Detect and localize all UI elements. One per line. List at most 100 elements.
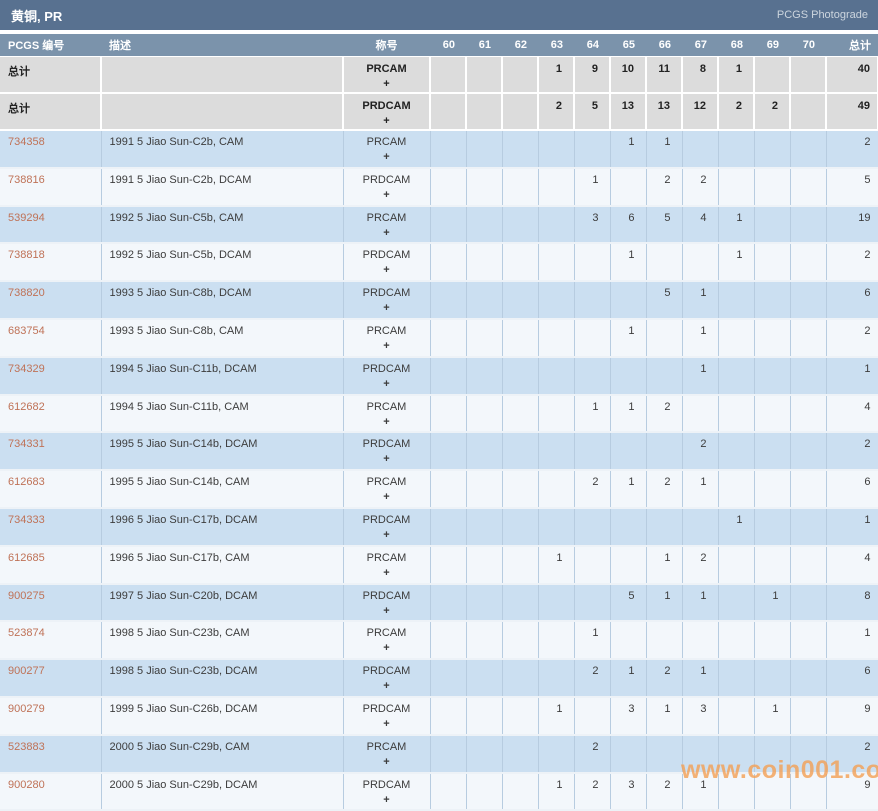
grade-cell-68 bbox=[718, 621, 755, 661]
pcgs-number-cell: 612685 bbox=[0, 545, 102, 585]
grade-cell-68 bbox=[718, 659, 755, 698]
grade-cell-60 bbox=[430, 394, 467, 434]
pcgs-number-link[interactable]: 523874 bbox=[8, 627, 45, 639]
grade-cell-63 bbox=[538, 507, 575, 547]
grade-cell-61 bbox=[466, 93, 503, 131]
pcgs-number-cell: 612682 bbox=[0, 394, 102, 434]
grade-cell-67: 1 bbox=[682, 356, 719, 396]
grade-cell-69 bbox=[754, 243, 791, 283]
designation-name: PRDCAM bbox=[362, 702, 411, 715]
total-cell: 1 bbox=[826, 621, 878, 661]
designation-cell: PRDCAM + bbox=[343, 243, 431, 283]
coin-description: 1997 5 Jiao Sun-C20b, DCAM bbox=[101, 583, 344, 623]
pcgs-number-link[interactable]: 900275 bbox=[8, 590, 45, 602]
designation-name: PRDCAM bbox=[362, 287, 411, 300]
pcgs-number-link[interactable]: 683754 bbox=[8, 325, 45, 337]
total-cell: 2 bbox=[826, 130, 878, 169]
designation-cell: PRCAM + bbox=[343, 318, 431, 358]
grade-cell-70 bbox=[790, 583, 827, 623]
designation-plus: + bbox=[383, 302, 390, 315]
grade-cell-66 bbox=[646, 507, 683, 547]
total-cell: 1 bbox=[826, 507, 878, 547]
designation-name: PRCAM bbox=[366, 324, 407, 337]
pcgs-number-link[interactable]: 900280 bbox=[8, 779, 45, 791]
designation-cell: PRDCAM + bbox=[343, 281, 431, 320]
column-header-grade-63: 63 bbox=[538, 34, 574, 57]
column-header-pcgs-number: PCGS 编号 bbox=[0, 34, 101, 57]
grade-cell-61 bbox=[466, 130, 503, 169]
total-cell: 49 bbox=[826, 93, 878, 131]
summary-description-cell bbox=[101, 56, 344, 94]
grade-cell-66 bbox=[646, 356, 683, 396]
table-row: 900275 1997 5 Jiao Sun-C20b, DCAM PRDCAM… bbox=[0, 583, 878, 623]
photograde-link[interactable]: PCGS Photograde bbox=[777, 9, 868, 21]
grade-cell-67: 2 bbox=[682, 167, 719, 207]
grade-cell-62 bbox=[502, 281, 539, 320]
pcgs-number-link[interactable]: 738818 bbox=[8, 249, 45, 261]
table-row: 734331 1995 5 Jiao Sun-C14b, DCAM PRDCAM… bbox=[0, 432, 878, 472]
grade-cell-62 bbox=[502, 470, 539, 509]
pcgs-number-link[interactable]: 900277 bbox=[8, 665, 45, 677]
pcgs-number-cell: 612683 bbox=[0, 470, 102, 509]
pcgs-number-link[interactable]: 900279 bbox=[8, 703, 45, 715]
designation-cell: PRDCAM + bbox=[343, 772, 431, 811]
column-header-grade-62: 62 bbox=[502, 34, 538, 57]
grade-cell-65 bbox=[610, 734, 647, 774]
table-row: 900277 1998 5 Jiao Sun-C23b, DCAM PRDCAM… bbox=[0, 659, 878, 698]
grade-cell-70 bbox=[790, 507, 827, 547]
grade-cell-70 bbox=[790, 318, 827, 358]
designation-cell: PRCAM + bbox=[343, 470, 431, 509]
grade-cell-61 bbox=[466, 394, 503, 434]
coin-description: 1996 5 Jiao Sun-C17b, DCAM bbox=[101, 507, 344, 547]
pcgs-number-link[interactable]: 734331 bbox=[8, 438, 45, 450]
total-cell: 9 bbox=[826, 772, 878, 811]
pcgs-number-link[interactable]: 612685 bbox=[8, 552, 45, 564]
table-row: 738818 1992 5 Jiao Sun-C5b, DCAM PRDCAM … bbox=[0, 243, 878, 283]
grade-cell-68 bbox=[718, 545, 755, 585]
pcgs-number-link[interactable]: 612682 bbox=[8, 401, 45, 413]
pcgs-number-link[interactable]: 612683 bbox=[8, 476, 45, 488]
grade-cell-70 bbox=[790, 205, 827, 245]
pcgs-number-link[interactable]: 539294 bbox=[8, 212, 45, 224]
grade-cell-61 bbox=[466, 696, 503, 736]
pcgs-number-link[interactable]: 734358 bbox=[8, 136, 45, 148]
grade-cell-61 bbox=[466, 356, 503, 396]
column-header-grade-68: 68 bbox=[718, 34, 754, 57]
designation-plus: + bbox=[383, 377, 390, 390]
grade-cell-66 bbox=[646, 243, 683, 283]
designation-plus: + bbox=[383, 642, 390, 655]
pcgs-number-link[interactable]: 734333 bbox=[8, 514, 45, 526]
summary-section: 总计 PRCAM + 1 9 10 11 8 1 40 总计 PRDCAM + 2 5 13 13… bbox=[0, 56, 878, 131]
grade-cell-60 bbox=[430, 734, 467, 774]
population-table: PCGS 编号 描述 称号 60 61 62 63 64 65 66 67 68… bbox=[0, 34, 878, 811]
table-row: 612685 1996 5 Jiao Sun-C17b, CAM PRCAM +… bbox=[0, 545, 878, 585]
pcgs-number-link[interactable]: 738816 bbox=[8, 174, 45, 186]
grade-cell-66 bbox=[646, 621, 683, 661]
grade-cell-61 bbox=[466, 659, 503, 698]
grade-cell-67 bbox=[682, 130, 719, 169]
grade-cell-67 bbox=[682, 243, 719, 283]
column-header-grade-60: 60 bbox=[430, 34, 466, 57]
pcgs-number-link[interactable]: 734329 bbox=[8, 363, 45, 375]
designation-name: PRDCAM bbox=[362, 100, 411, 112]
designation-name: PRDCAM bbox=[362, 513, 411, 526]
coin-description: 1998 5 Jiao Sun-C23b, CAM bbox=[101, 621, 344, 661]
grade-cell-67: 12 bbox=[682, 93, 719, 131]
table-row: 734358 1991 5 Jiao Sun-C2b, CAM PRCAM + … bbox=[0, 130, 878, 169]
grade-cell-69 bbox=[754, 56, 791, 94]
pcgs-number-link[interactable]: 738820 bbox=[8, 287, 45, 299]
designation-plus: + bbox=[383, 755, 390, 768]
grade-cell-62 bbox=[502, 545, 539, 585]
column-header-grade-65: 65 bbox=[610, 34, 646, 57]
grade-cell-63 bbox=[538, 659, 575, 698]
coin-description: 2000 5 Jiao Sun-C29b, DCAM bbox=[101, 772, 344, 811]
total-cell: 4 bbox=[826, 545, 878, 585]
grade-cell-65: 1 bbox=[610, 318, 647, 358]
grade-cell-66: 13 bbox=[646, 93, 683, 131]
designation-plus: + bbox=[383, 115, 390, 127]
grade-cell-66: 1 bbox=[646, 545, 683, 585]
total-cell: 9 bbox=[826, 696, 878, 736]
grade-cell-66: 2 bbox=[646, 772, 683, 811]
pcgs-number-link[interactable]: 523883 bbox=[8, 741, 45, 753]
pcgs-number-cell: 539294 bbox=[0, 205, 102, 245]
